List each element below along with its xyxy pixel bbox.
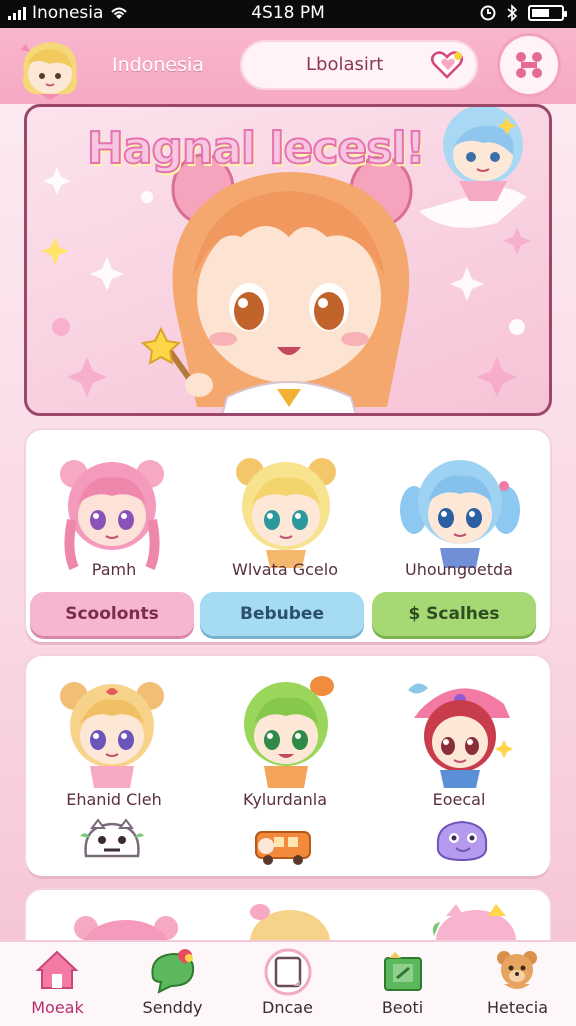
character-pink-bear-girl[interactable]	[52, 450, 172, 570]
nav-item-home[interactable]: Moeak	[0, 942, 115, 1026]
status-right	[480, 4, 567, 22]
nav-label: Moeak	[31, 998, 84, 1017]
menu-icon	[516, 52, 542, 78]
nav-item-chat[interactable]: Senddy	[115, 942, 230, 1026]
alarm-icon	[480, 5, 496, 21]
character-orange-bear-girl[interactable]	[52, 670, 172, 790]
cat-icon[interactable]	[80, 816, 144, 864]
region-label[interactable]: Indonesia	[112, 54, 204, 76]
home-icon	[35, 950, 79, 989]
bottom-nav: Moeak Senddy Dncae Beoti Hetecia	[0, 940, 576, 1026]
chat-bubble-icon	[151, 949, 195, 994]
character-name: Kylurdanla	[242, 790, 328, 809]
character-blue-twintail-girl[interactable]	[400, 450, 520, 570]
nav-label: Hetecia	[486, 998, 549, 1017]
character-card-2: Ehanid Cleh Kylurdanla Eoecal	[26, 656, 550, 876]
status-bar: Inonesia 4S18 PM	[0, 0, 576, 28]
hero-title: Hagnal lecesl!	[86, 122, 427, 175]
heart-icon[interactable]	[430, 50, 464, 80]
button-pink[interactable]: Scoolonts	[30, 592, 194, 636]
menu-button[interactable]	[500, 36, 558, 94]
nav-item-profile[interactable]: Hetecia	[460, 942, 575, 1026]
profile-avatar[interactable]	[10, 34, 94, 102]
character-name: Eoecal	[432, 790, 486, 809]
character-hat-girl[interactable]	[400, 670, 520, 790]
button-blue[interactable]: Bebubee	[200, 592, 364, 636]
app-header: Indonesia Lbolasirt	[0, 28, 576, 104]
button-green[interactable]: $ Scalhes	[372, 592, 536, 636]
nav-label: Senddy	[142, 998, 203, 1017]
character-green-hair-girl[interactable]	[226, 670, 346, 790]
gift-box-icon	[384, 952, 422, 991]
character-blonde-bear-girl[interactable]	[226, 450, 346, 570]
card-icon	[264, 948, 312, 996]
bus-toy-icon[interactable]	[250, 820, 314, 868]
nav-label: Dncae	[262, 998, 313, 1017]
battery-icon	[528, 5, 567, 21]
hero-banner[interactable]: Hagnal lecesl!	[24, 104, 552, 416]
blob-creature-icon[interactable]	[430, 816, 494, 864]
character-name: Wlvata Gcelo	[232, 560, 338, 579]
search-bar[interactable]: Lbolasirt	[240, 40, 478, 90]
bluetooth-icon	[507, 4, 518, 22]
nav-item-card[interactable]: Dncae	[230, 942, 345, 1026]
nav-item-gift[interactable]: Beoti	[345, 942, 460, 1026]
character-name: Ehanid Cleh	[66, 790, 162, 809]
character-name: Uhoungoetda	[405, 560, 513, 579]
search-text: Lbolasirt	[306, 54, 384, 75]
character-name: Pamh	[91, 560, 137, 579]
teddy-bear-icon	[497, 951, 537, 989]
character-card-1: Pamh Wlvata Gcelo Uhoungoetda Scoolonts …	[26, 430, 550, 642]
nav-label: Beoti	[381, 998, 424, 1017]
